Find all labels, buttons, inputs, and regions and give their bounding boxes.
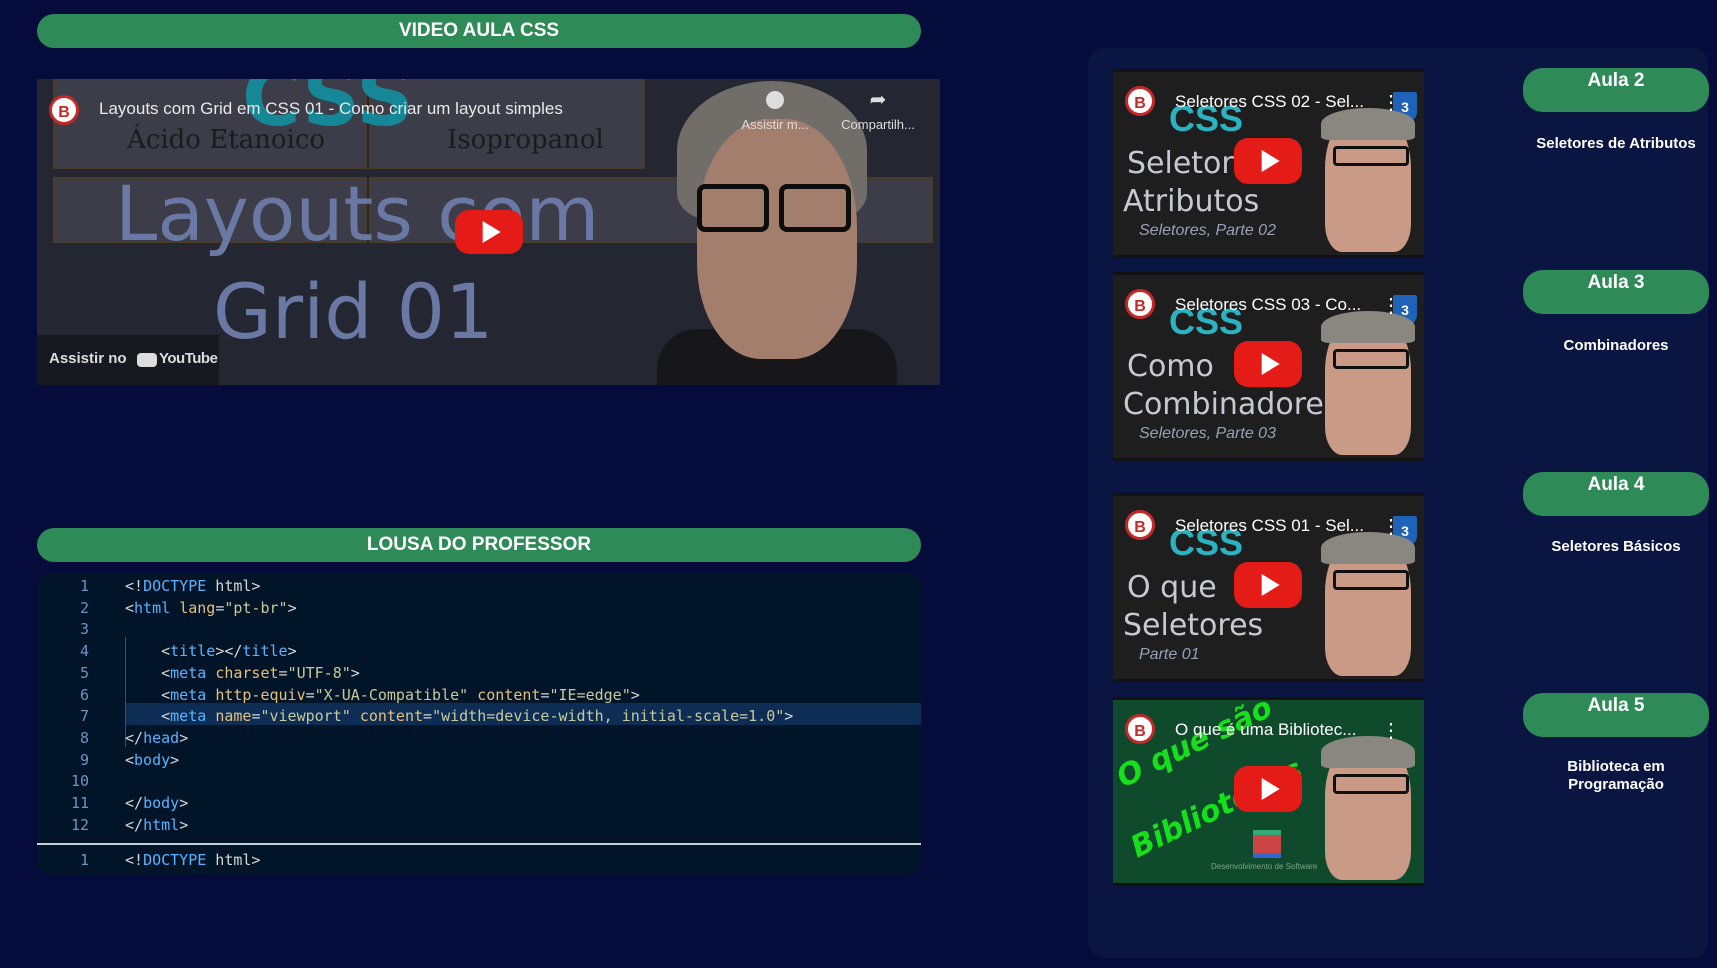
line-number: 9 (79, 750, 89, 769)
line-number: 10 (70, 772, 89, 791)
thumb-title[interactable]: Seletores CSS 01 - Sel... (1175, 516, 1364, 536)
code-line: 8 </head> (37, 727, 921, 749)
watch-on-label: Assistir no (49, 350, 127, 367)
thumb-small-text: Seletores, Parte 02 (1139, 222, 1276, 239)
channel-avatar-icon[interactable]: B (1125, 86, 1155, 116)
thumb-title[interactable]: Seletores CSS 03 - Co... (1175, 295, 1361, 315)
main-video-player[interactable]: CSS Ácido Etanoico Isopropanol Layouts c… (37, 79, 940, 385)
thumb-big-text-2: Atributos (1123, 184, 1260, 219)
line-number: 5 (79, 663, 89, 682)
books-icon (1253, 830, 1281, 858)
aula-description: Biblioteca em Programação (1567, 758, 1665, 793)
playlist-video-thumb[interactable]: CSS Como Combinadores Seletores, Parte 03 3 B… (1113, 272, 1424, 461)
thumb-presenter-glasses (1333, 349, 1409, 369)
thumb-big-text-1: O que (1127, 570, 1217, 605)
thumb-small-text: Desenvolvimento de Software (1211, 862, 1318, 871)
thumb-big-text-2: Combinadores (1123, 387, 1340, 422)
share-button[interactable]: ➦ Compartilh... (833, 89, 923, 132)
play-button[interactable] (1234, 562, 1302, 608)
thumb-presenter-glasses (1333, 570, 1409, 590)
line-number: 1 (79, 851, 89, 869)
code-text: <meta charset="UTF-8"> (125, 663, 360, 682)
line-number: 7 (79, 707, 89, 726)
thumb-presenter-glasses (1333, 774, 1409, 794)
code-editor[interactable]: 1 <!DOCTYPE html> 2 <html lang="pt-br"> 3 4 <… (37, 573, 921, 875)
play-button[interactable] (1234, 341, 1302, 387)
video-section-header: VIDEO AULA CSS (37, 14, 921, 48)
aula-description: Combinadores (1563, 337, 1669, 354)
code-line: 3 (37, 618, 921, 640)
code-line: 6 <meta http-equiv="X-UA-Compatible" con… (37, 684, 921, 706)
thumb-big-text-2: Seletores (1123, 608, 1264, 643)
watch-on-youtube-button[interactable]: Assistir no YouTube (37, 335, 219, 385)
code-line: 9 <body> (37, 749, 921, 771)
clock-icon (766, 91, 784, 109)
more-options-icon[interactable] (1381, 514, 1401, 539)
play-button[interactable] (455, 210, 523, 254)
share-label: Compartilh... (841, 117, 915, 132)
line-number: 8 (79, 728, 89, 747)
line-number: 3 (79, 620, 89, 639)
video-title[interactable]: Layouts com Grid em CSS 01 - Como criar … (99, 99, 563, 119)
channel-avatar-icon[interactable]: B (49, 95, 79, 125)
channel-avatar-icon[interactable]: B (1125, 714, 1155, 744)
thumb-presenter-glasses (1333, 146, 1409, 166)
aula-description: Seletores de Atributos (1536, 135, 1696, 152)
aula-button-3[interactable]: Aula 3 (1523, 270, 1709, 314)
code-text: </head> (125, 728, 189, 747)
code-line: 5 <meta charset="UTF-8"> (37, 662, 921, 684)
thumb-small-text: Parte 01 (1139, 646, 1200, 663)
code-line: 12 </html> (37, 814, 921, 836)
code-line: 11 </body> (37, 792, 921, 814)
youtube-wordmark: YouTube (159, 350, 218, 367)
watch-later-button[interactable]: Assistir m... (735, 91, 815, 132)
code-text: <body> (125, 750, 180, 769)
code-line: 10 (37, 770, 921, 792)
play-button[interactable] (1234, 766, 1302, 812)
thumb-small-text: Seletores, Parte 03 (1139, 425, 1276, 442)
code-text: <!DOCTYPE html> (125, 851, 261, 869)
thumb-big-text-1: Como (1127, 349, 1214, 384)
code-line: 7 <meta name="viewport" content="width=d… (37, 705, 921, 727)
play-button[interactable] (1234, 138, 1302, 184)
playlist-video-thumb[interactable]: O que são Bibliotecas Desenvolvimento de S… (1113, 697, 1424, 886)
more-options-icon[interactable] (1381, 90, 1401, 115)
code-text: <title></title> (125, 642, 297, 661)
code-text: <!DOCTYPE html> (125, 577, 261, 595)
aula-button-4[interactable]: Aula 4 (1523, 472, 1709, 516)
board-section-header: LOUSA DO PROFESSOR (37, 528, 921, 562)
line-number: 11 (70, 794, 89, 812)
pane-divider (37, 843, 921, 845)
aula-description: Seletores Básicos (1551, 538, 1681, 555)
code-line: 2 <html lang="pt-br"> (37, 597, 921, 619)
watch-later-label: Assistir m... (741, 117, 809, 132)
line-number: 4 (79, 642, 89, 661)
playlist-video-thumb[interactable]: CSS Seletores Atributos Seletores, Parte 02… (1113, 69, 1424, 258)
line-number: 6 (79, 685, 89, 704)
aula-button-2[interactable]: Aula 2 (1523, 68, 1709, 112)
code-text: <meta http-equiv="X-UA-Compatible" conte… (125, 685, 640, 704)
code-text: </html> (125, 815, 189, 834)
code-line: 1 <!DOCTYPE html> (37, 575, 921, 597)
code-line: 4 <title></title> (37, 640, 921, 662)
second-pane-line: 1 <!DOCTYPE html> (37, 849, 921, 871)
youtube-logo-icon (137, 353, 157, 367)
aula-button-5[interactable]: Aula 5 (1523, 693, 1709, 737)
channel-avatar-icon[interactable]: B (1125, 289, 1155, 319)
channel-avatar-icon[interactable]: B (1125, 510, 1155, 540)
line-number: 12 (70, 815, 89, 834)
code-text: <html lang="pt-br"> (125, 598, 297, 617)
thumb-title[interactable]: Seletores CSS 02 - Sel... (1175, 92, 1364, 112)
line-number: 1 (79, 577, 89, 595)
playlist-video-thumb[interactable]: CSS O que Seletores Parte 01 3 B Seletores CSS… (1113, 493, 1424, 682)
more-options-icon[interactable] (1381, 718, 1401, 743)
code-text: <meta name="viewport" content="width=dev… (125, 707, 794, 726)
thumb-title[interactable]: O que é uma Bibliotec... (1175, 720, 1356, 740)
share-arrow-icon: ➦ (869, 89, 887, 111)
more-options-icon[interactable] (1381, 293, 1401, 318)
line-number: 2 (79, 598, 89, 617)
code-text: </body> (125, 794, 189, 812)
